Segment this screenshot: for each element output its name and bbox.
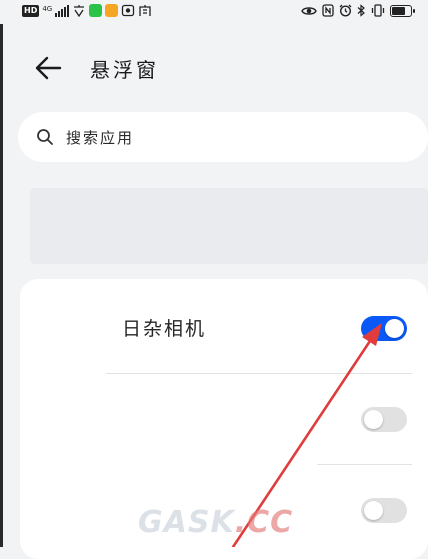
list-item[interactable]: 日杂相机 bbox=[20, 279, 428, 369]
toggle-knob bbox=[385, 319, 404, 338]
back-button[interactable] bbox=[30, 52, 66, 84]
eye-icon bbox=[301, 6, 317, 15]
search-input[interactable] bbox=[64, 112, 408, 164]
floating-window-toggle[interactable] bbox=[361, 498, 407, 523]
watermark-accent: .CC bbox=[234, 505, 294, 540]
orange-app-icon bbox=[105, 4, 119, 17]
toggle-knob bbox=[364, 501, 383, 520]
list-item[interactable] bbox=[20, 373, 428, 463]
floating-window-toggle[interactable] bbox=[361, 316, 407, 341]
watermark-main: GASK bbox=[138, 505, 235, 540]
search-icon bbox=[37, 129, 53, 145]
placeholder-panel bbox=[30, 188, 428, 264]
watermark: GASK.CC bbox=[138, 505, 293, 540]
status-bar: HD 4G bbox=[0, 0, 428, 24]
arrow-left-icon bbox=[35, 56, 62, 80]
floating-window-toggle[interactable] bbox=[361, 407, 407, 432]
battery-icon bbox=[390, 4, 415, 17]
page-title: 悬浮窗 bbox=[90, 58, 159, 82]
app-notification-icon bbox=[74, 5, 85, 17]
toggle-knob bbox=[364, 410, 383, 429]
hd-indicator: HD bbox=[22, 4, 40, 17]
app-notification-icon bbox=[139, 5, 151, 16]
status-bar-left: HD 4G bbox=[22, 4, 152, 17]
network-type: 4G bbox=[42, 4, 53, 13]
alarm-icon bbox=[339, 4, 352, 17]
nfc-icon bbox=[322, 4, 334, 17]
wechat-app-icon bbox=[89, 4, 103, 17]
signal-icon bbox=[55, 4, 70, 17]
title-bar: 悬浮窗 bbox=[0, 44, 428, 92]
app-notification-icon bbox=[122, 4, 135, 17]
status-bar-right bbox=[301, 4, 415, 17]
bluetooth-icon bbox=[357, 4, 365, 17]
search-box[interactable] bbox=[18, 112, 428, 164]
vibrate-icon bbox=[371, 4, 385, 17]
app-label: 日杂相机 bbox=[122, 318, 207, 340]
